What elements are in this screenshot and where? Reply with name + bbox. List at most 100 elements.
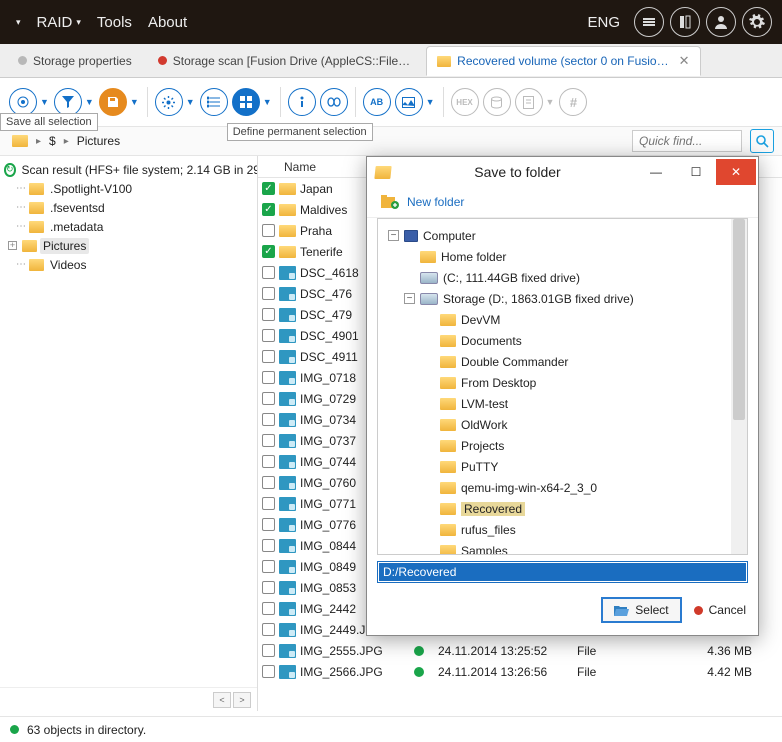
tree-scan-result[interactable]: ↻ Scan result (HFS+ file system; 2.14 GB… <box>4 160 257 179</box>
tree-folder[interactable]: rufus_files <box>388 519 743 540</box>
scroll-right[interactable]: > <box>233 692 251 708</box>
close-icon[interactable]: ✕ <box>679 53 690 69</box>
checkbox[interactable] <box>262 476 275 489</box>
checkbox[interactable] <box>262 371 275 384</box>
chevron-down-icon[interactable]: ▼ <box>38 97 51 107</box>
tool-image[interactable] <box>395 88 423 116</box>
chevron-down-icon[interactable]: ▼ <box>424 97 437 107</box>
file-row[interactable]: IMG_2555.JPG 24.11.2014 13:25:52 File 4.… <box>258 640 782 661</box>
new-folder-button[interactable]: New folder <box>367 187 758 218</box>
tab-storage-properties[interactable]: Storage properties <box>8 48 142 74</box>
tree-drive-d[interactable]: − Storage (D:, 1863.01GB fixed drive) <box>388 288 743 309</box>
checkbox[interactable] <box>262 329 275 342</box>
menu-raid[interactable]: RAID▾ <box>31 10 87 35</box>
breadcrumb-seg[interactable]: Pictures <box>73 132 124 150</box>
tree-folder[interactable]: Double Commander <box>388 351 743 372</box>
chevron-down-icon[interactable]: ▼ <box>83 97 96 107</box>
tool-grid[interactable] <box>232 88 260 116</box>
file-row[interactable]: IMG_2566.JPG 24.11.2014 13:26:56 File 4.… <box>258 661 782 682</box>
save-button[interactable] <box>99 88 127 116</box>
tree-folder[interactable]: Samples <box>388 540 743 555</box>
collapse-icon[interactable]: − <box>388 230 399 241</box>
checkbox[interactable]: ✓ <box>262 245 275 258</box>
round-btn-2[interactable] <box>670 7 700 37</box>
checkbox[interactable] <box>262 581 275 594</box>
round-btn-1[interactable] <box>634 7 664 37</box>
checkbox[interactable] <box>262 665 275 678</box>
tree-item[interactable]: ⋯ Videos <box>4 255 257 274</box>
path-input[interactable] <box>378 562 747 582</box>
tool-info[interactable] <box>288 88 316 116</box>
tree-folder[interactable]: OldWork <box>388 414 743 435</box>
close-button[interactable]: ✕ <box>716 159 756 185</box>
menu-about[interactable]: About <box>142 10 193 35</box>
folder-icon <box>29 259 44 271</box>
collapse-icon[interactable]: − <box>404 293 415 304</box>
breadcrumb-root[interactable] <box>8 133 32 149</box>
tree-folder[interactable]: LVM-test <box>388 393 743 414</box>
user-icon[interactable] <box>706 7 736 37</box>
tab-recovered-volume[interactable]: Recovered volume (sector 0 on Fusio… ✕ <box>426 46 700 76</box>
menu-prev[interactable]: ▾ <box>10 13 27 32</box>
chevron-down-icon[interactable]: ▼ <box>261 97 274 107</box>
menu-tools[interactable]: Tools <box>91 10 138 35</box>
tool-settings[interactable] <box>155 88 183 116</box>
folder-label: LVM-test <box>461 397 508 411</box>
quick-find-input[interactable] <box>632 130 742 152</box>
checkbox[interactable] <box>262 644 275 657</box>
tool-preview[interactable] <box>320 88 348 116</box>
minimize-button[interactable]: — <box>636 159 676 185</box>
checkbox[interactable] <box>262 224 275 237</box>
tree-item[interactable]: ⋯ .metadata <box>4 217 257 236</box>
checkbox[interactable] <box>262 287 275 300</box>
tool-list[interactable] <box>200 88 228 116</box>
checkbox[interactable] <box>262 266 275 279</box>
tree-item[interactable]: ⋯ .Spotlight-V100 <box>4 179 257 198</box>
search-button[interactable] <box>750 129 774 153</box>
checkbox[interactable]: ✓ <box>262 203 275 216</box>
chevron-down-icon[interactable]: ▼ <box>184 97 197 107</box>
tree-folder[interactable]: qemu-img-win-x64-2_3_0 <box>388 477 743 498</box>
breadcrumb-seg[interactable]: $ <box>45 132 60 150</box>
tree-folder[interactable]: Projects <box>388 435 743 456</box>
checkbox[interactable] <box>262 392 275 405</box>
dialog-titlebar[interactable]: Save to folder — ☐ ✕ <box>367 157 758 187</box>
chevron-down-icon[interactable]: ▼ <box>128 97 141 107</box>
tool-filter[interactable] <box>54 88 82 116</box>
checkbox[interactable] <box>262 434 275 447</box>
tree-item-pictures[interactable]: + Pictures <box>4 236 257 255</box>
gear-icon[interactable] <box>742 7 772 37</box>
checkbox[interactable] <box>262 602 275 615</box>
tool-ab[interactable]: AB <box>363 88 391 116</box>
tree-computer[interactable]: − Computer <box>388 225 743 246</box>
checkbox[interactable]: ✓ <box>262 182 275 195</box>
checkbox[interactable] <box>262 623 275 636</box>
checkbox[interactable] <box>262 455 275 468</box>
checkbox[interactable] <box>262 560 275 573</box>
tree-folder[interactable]: From Desktop <box>388 372 743 393</box>
tree-folder[interactable]: Recovered <box>388 498 743 519</box>
tab-storage-scan[interactable]: Storage scan [Fusion Drive (AppleCS::Fil… <box>148 48 420 74</box>
checkbox[interactable] <box>262 518 275 531</box>
cancel-button[interactable]: Cancel <box>694 603 746 617</box>
tree-home[interactable]: Home folder <box>388 246 743 267</box>
folder-tree[interactable]: − Computer Home folder (C:, 111.44GB fix… <box>377 218 748 555</box>
tree-folder[interactable]: Documents <box>388 330 743 351</box>
tool-target[interactable] <box>9 88 37 116</box>
checkbox[interactable] <box>262 539 275 552</box>
expand-icon[interactable]: + <box>8 241 17 250</box>
checkbox[interactable] <box>262 308 275 321</box>
checkbox[interactable] <box>262 350 275 363</box>
tree-folder[interactable]: DevVM <box>388 309 743 330</box>
language-selector[interactable]: ENG <box>587 14 620 31</box>
tree-drive-c[interactable]: (C:, 111.44GB fixed drive) <box>388 267 743 288</box>
scrollbar-thumb[interactable] <box>733 219 745 420</box>
scrollbar[interactable] <box>731 219 747 554</box>
scroll-left[interactable]: < <box>213 692 231 708</box>
checkbox[interactable] <box>262 497 275 510</box>
checkbox[interactable] <box>262 413 275 426</box>
maximize-button[interactable]: ☐ <box>676 159 716 185</box>
tree-item[interactable]: ⋯ .fseventsd <box>4 198 257 217</box>
tree-folder[interactable]: PuTTY <box>388 456 743 477</box>
select-button[interactable]: Select <box>601 597 681 623</box>
